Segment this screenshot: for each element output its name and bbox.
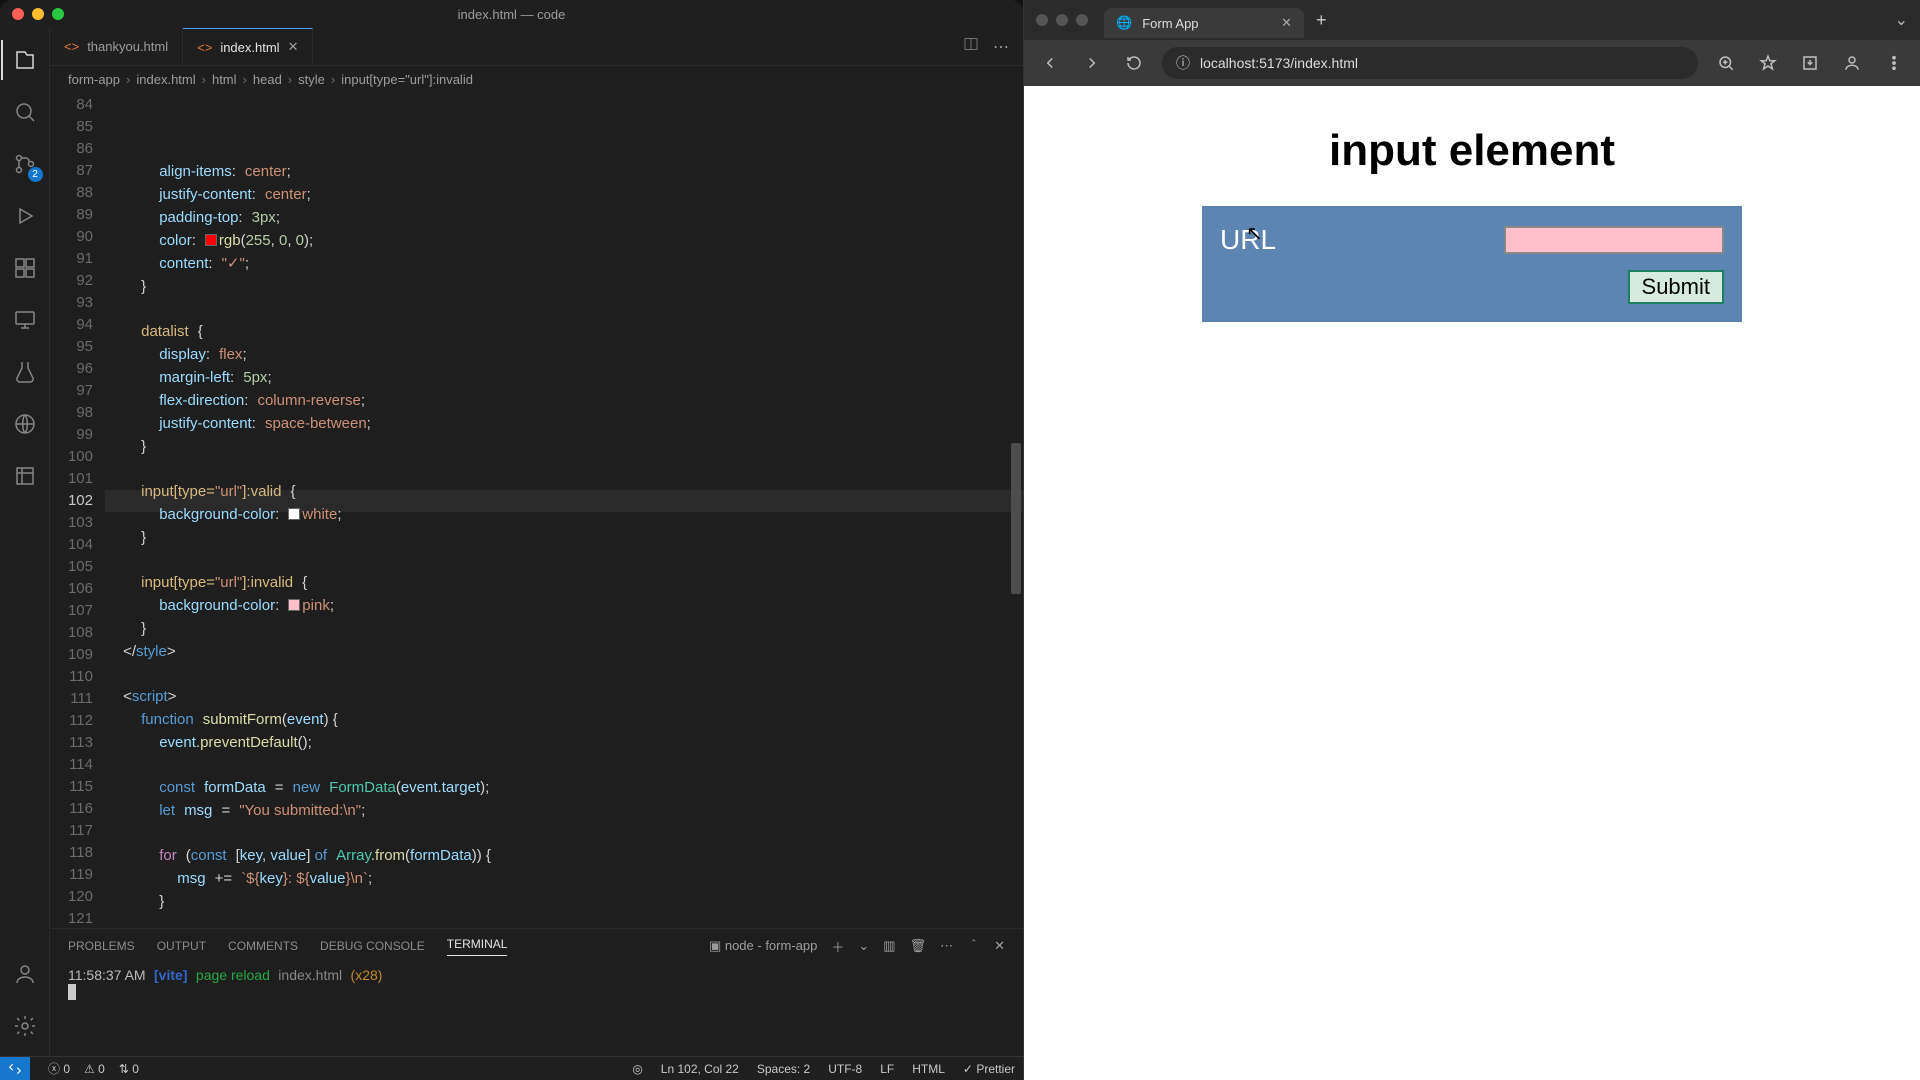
tab-title: Form App — [1142, 16, 1198, 31]
url-input[interactable] — [1504, 226, 1724, 254]
page-title: input element — [1024, 126, 1920, 176]
chevron-down-icon[interactable]: ⌄ — [858, 938, 869, 954]
maximize-window[interactable] — [52, 8, 64, 20]
tab-label: thankyou.html — [87, 39, 168, 54]
bookmarks-icon[interactable] — [1, 452, 49, 500]
search-icon[interactable] — [1, 88, 49, 136]
breadcrumb-segment[interactable]: input[type="url"]:invalid — [341, 72, 473, 87]
status-cursor[interactable]: Ln 102, Col 22 — [661, 1062, 739, 1076]
profile-icon[interactable] — [1838, 54, 1866, 72]
back-button[interactable] — [1036, 54, 1064, 72]
split-terminal-icon[interactable]: ▥ — [883, 938, 895, 954]
terminal-mult: (x28) — [351, 967, 383, 983]
breadcrumb-segment[interactable]: style — [298, 72, 325, 87]
maximize-window[interactable] — [1076, 14, 1088, 26]
terminal-action: page reload — [196, 967, 270, 983]
close-panel-icon[interactable]: ✕ — [994, 938, 1005, 954]
close-icon[interactable]: ✕ — [1281, 15, 1292, 31]
terminal-vite-tag: [vite] — [154, 967, 187, 983]
status-spaces[interactable]: Spaces: 2 — [757, 1062, 810, 1076]
breadcrumb[interactable]: form-app›index.html›html›head›style›inpu… — [50, 66, 1023, 92]
expand-tabs-icon[interactable]: ⌄ — [1895, 10, 1908, 30]
terminal-cursor — [68, 984, 76, 1000]
browser-viewport: input element URL Submit ↖ — [1024, 86, 1920, 1080]
reload-button[interactable] — [1120, 54, 1148, 72]
form-container: URL Submit — [1202, 206, 1742, 322]
breadcrumb-segment[interactable]: index.html — [136, 72, 195, 87]
status-aperture-icon[interactable]: ◎ — [632, 1062, 642, 1076]
terminal-launch-profile[interactable]: ▣ node - form-app — [709, 938, 817, 954]
new-terminal-icon[interactable]: ＋ — [831, 937, 844, 956]
explorer-icon[interactable] — [1, 36, 49, 84]
browser-tab[interactable]: 🌐 Form App ✕ — [1104, 8, 1304, 38]
url-text: localhost:5173/index.html — [1200, 55, 1358, 71]
zoom-icon[interactable] — [1712, 54, 1740, 72]
testing-icon[interactable] — [1, 348, 49, 396]
tab-thankyou[interactable]: <> thankyou.html — [50, 28, 183, 65]
minimize-window[interactable] — [32, 8, 44, 20]
split-editor-icon[interactable] — [963, 36, 979, 57]
line-gutter: 8485868788899091929394959697989910010110… — [50, 92, 105, 928]
breadcrumb-segment[interactable]: form-app — [68, 72, 120, 87]
panel-tab-row: PROBLEMS OUTPUT COMMENTS DEBUG CONSOLE TERMI… — [50, 929, 1023, 963]
panel-tab-comments[interactable]: COMMENTS — [228, 939, 298, 953]
install-app-icon[interactable] — [1796, 54, 1824, 72]
close-icon[interactable]: ✕ — [288, 39, 299, 55]
globe-icon: 🌐 — [1116, 15, 1132, 31]
tab-label: index.html — [220, 40, 279, 55]
accounts-icon[interactable] — [1, 950, 49, 998]
maximize-panel-icon[interactable]: ＾ — [967, 937, 980, 956]
live-share-icon[interactable] — [1, 400, 49, 448]
code-editor[interactable]: align-items: center; justify-content: ce… — [105, 92, 1023, 928]
status-ports[interactable]: ⇅ 0 — [119, 1062, 139, 1076]
source-control-icon[interactable]: 2 — [1, 140, 49, 188]
status-warnings[interactable]: ⚠ 0 — [84, 1062, 105, 1076]
status-encoding[interactable]: UTF-8 — [828, 1062, 862, 1076]
breadcrumb-segment[interactable]: html — [212, 72, 237, 87]
window-title: index.html — code — [0, 7, 1023, 22]
terminal-file: index.html — [278, 967, 342, 983]
status-lang[interactable]: HTML — [912, 1062, 945, 1076]
status-formatter[interactable]: ✓ Prettier — [963, 1062, 1015, 1076]
remote-indicator[interactable] — [0, 1057, 30, 1080]
extensions-icon[interactable] — [1, 244, 49, 292]
new-tab-button[interactable]: + — [1310, 10, 1333, 31]
breadcrumb-segment[interactable]: head — [253, 72, 282, 87]
panel-tab-problems[interactable]: PROBLEMS — [68, 939, 135, 953]
close-window[interactable] — [12, 8, 24, 20]
status-errors[interactable]: ⓧ 0 — [48, 1060, 70, 1077]
tab-index[interactable]: <> index.html ✕ — [183, 28, 313, 65]
panel-tab-output[interactable]: OUTPUT — [157, 939, 206, 953]
url-bar[interactable]: ⓘ localhost:5173/index.html — [1162, 47, 1698, 79]
close-window[interactable] — [1036, 14, 1048, 26]
run-debug-icon[interactable] — [1, 192, 49, 240]
remote-explorer-icon[interactable] — [1, 296, 49, 344]
menu-icon[interactable] — [1880, 54, 1908, 72]
status-eol[interactable]: LF — [880, 1062, 894, 1076]
terminal-body[interactable]: 11:58:37 AM [vite] page reload index.htm… — [50, 963, 1023, 1056]
settings-gear-icon[interactable] — [1, 1002, 49, 1050]
cursor-pointer-icon: ↖ — [1246, 221, 1263, 246]
more-icon[interactable]: ⋯ — [940, 938, 953, 954]
panel-tab-terminal[interactable]: TERMINAL — [447, 937, 508, 956]
terminal-time: 11:58:37 AM — [68, 967, 146, 983]
html-file-icon: <> — [197, 40, 212, 55]
status-bar: ⓧ 0 ⚠ 0 ⇅ 0 ◎ Ln 102, Col 22 Spaces: 2 U… — [0, 1056, 1023, 1080]
html-file-icon: <> — [64, 39, 79, 54]
forward-button[interactable] — [1078, 54, 1106, 72]
submit-button[interactable]: Submit — [1628, 270, 1724, 304]
bookmark-star-icon[interactable] — [1754, 54, 1782, 72]
site-info-icon[interactable]: ⓘ — [1176, 53, 1190, 73]
trash-icon[interactable]: 🗑 — [910, 938, 927, 954]
more-actions-icon[interactable]: ⋯ — [993, 37, 1009, 57]
scm-badge: 2 — [28, 167, 43, 182]
panel-tab-debug-console[interactable]: DEBUG CONSOLE — [320, 939, 425, 953]
minimize-window[interactable] — [1056, 14, 1068, 26]
